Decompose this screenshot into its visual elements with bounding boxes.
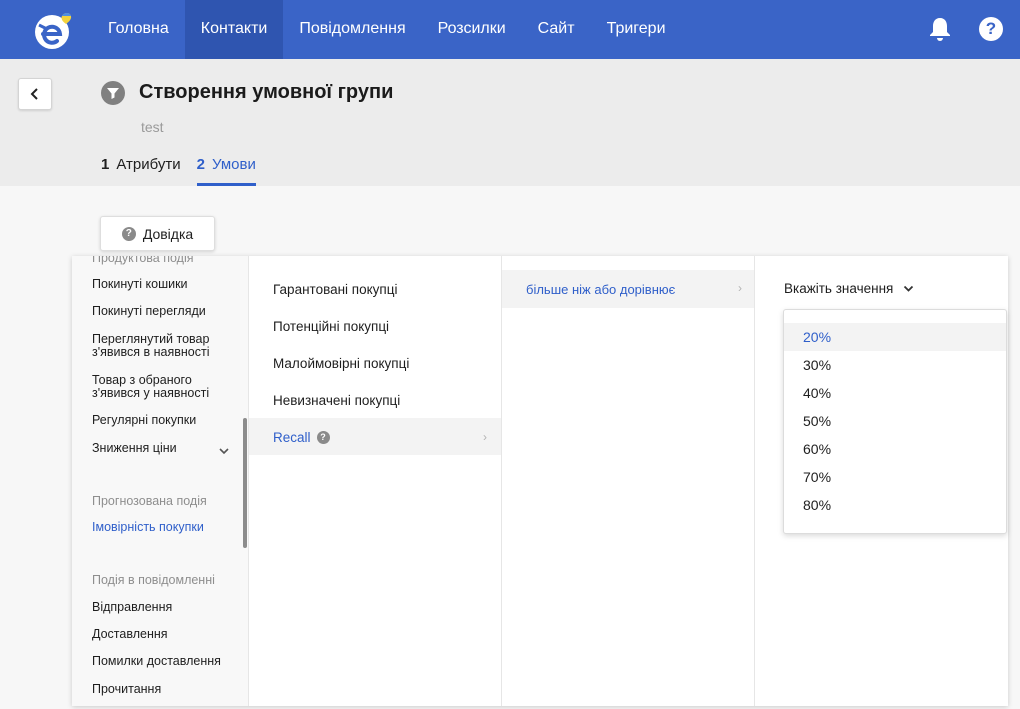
value-select-placeholder: Вкажіть значення	[784, 281, 894, 296]
option-item-recall[interactable]: Recall ?	[273, 430, 330, 445]
option-item[interactable]: Гарантовані покупці	[273, 282, 397, 297]
value-select[interactable]: Вкажіть значення	[784, 281, 914, 296]
category-item[interactable]: Покинуті перегляди	[92, 305, 242, 318]
category-list[interactable]: Продуктова подія Покинуті кошики Покинут…	[72, 256, 248, 706]
value-option[interactable]: 50%	[784, 407, 1006, 435]
step-number: 2	[196, 156, 205, 173]
help-guide-label: Довідка	[142, 225, 194, 242]
category-item[interactable]: Доставлення	[92, 628, 242, 641]
condition-item-gte[interactable]: більше ніж або дорівнює	[526, 282, 675, 297]
bell-icon[interactable]	[928, 16, 952, 42]
chevron-right-icon: ›	[738, 281, 742, 295]
category-item-purchase-probability[interactable]: Імовірність покупки	[92, 521, 242, 534]
nav-item-site[interactable]: Сайт	[522, 0, 591, 59]
nav-item-messages[interactable]: Повідомлення	[283, 0, 421, 59]
question-icon[interactable]: ?	[316, 431, 330, 444]
option-list: Гарантовані покупці Потенційні покупці М…	[248, 256, 502, 706]
step-conditions[interactable]: 2 Умови	[196, 155, 256, 186]
chevron-right-icon: ›	[483, 430, 487, 444]
nav-item-triggers[interactable]: Тригери	[591, 0, 682, 59]
funnel-icon	[107, 88, 119, 99]
value-option[interactable]: 60%	[784, 435, 1006, 463]
wizard-steps: 1 Атрибути 2 Умови	[101, 155, 272, 186]
value-option[interactable]: 20%	[784, 323, 1006, 351]
recall-label: Recall	[273, 430, 311, 445]
value-option[interactable]: 70%	[784, 463, 1006, 491]
category-scrollbar[interactable]	[243, 418, 247, 548]
category-section-predicted: Прогнозована подія	[92, 494, 207, 508]
question-icon: ?	[121, 226, 136, 241]
back-button[interactable]	[18, 78, 52, 110]
help-guide-button[interactable]: ? Довідка	[100, 216, 215, 251]
step-label: Атрибути	[116, 156, 181, 173]
chevron-down-icon	[904, 285, 914, 292]
option-item[interactable]: Потенційні покупці	[273, 319, 389, 334]
top-navigation-bar: Головна Контакти Повідомлення Розсилки С…	[0, 0, 1020, 59]
category-item[interactable]: Регулярні покупки	[92, 414, 242, 427]
value-option[interactable]: 30%	[784, 351, 1006, 379]
main-nav: Головна Контакти Повідомлення Розсилки С…	[92, 0, 682, 59]
filter-icon	[101, 81, 125, 105]
category-item[interactable]: Відправлення	[92, 601, 242, 614]
value-dropdown: 20% 30% 40% 50% 60% 70% 80%	[783, 309, 1007, 534]
nav-item-home[interactable]: Головна	[92, 0, 185, 59]
value-option[interactable]: 40%	[784, 379, 1006, 407]
nav-item-broadcasts[interactable]: Розсилки	[422, 0, 522, 59]
step-label: Умови	[211, 156, 256, 173]
category-section-message: Подія в повідомленні	[92, 573, 215, 587]
category-item[interactable]: Покинуті кошики	[92, 278, 242, 291]
option-item[interactable]: Малоймовірні покупці	[273, 356, 409, 371]
condition-list: більше ніж або дорівнює ›	[501, 256, 755, 706]
step-number: 1	[101, 156, 110, 173]
nav-item-contacts[interactable]: Контакти	[184, 0, 284, 59]
category-section-product: Продуктова подія	[92, 256, 194, 265]
category-item[interactable]: Помилки доставлення	[92, 655, 242, 668]
option-item[interactable]: Невизначені покупці	[273, 393, 400, 408]
chevron-down-icon[interactable]	[218, 446, 230, 456]
category-item[interactable]: Переглянутий товар з'явився в наявності	[92, 333, 242, 359]
esputnik-logo-icon[interactable]	[32, 8, 76, 52]
chevron-left-icon	[30, 88, 38, 100]
help-icon[interactable]: ?	[979, 17, 1003, 41]
category-item[interactable]: Прочитання	[92, 683, 242, 696]
page-subtitle: test	[141, 119, 164, 135]
value-option[interactable]: 80%	[784, 491, 1006, 519]
step-attributes[interactable]: 1 Атрибути	[101, 155, 181, 186]
category-item[interactable]: Товар з обраного з'явився у наявності	[92, 374, 242, 400]
page-header: Створення умовної групи test 1 Атрибути …	[0, 59, 1020, 186]
page-title: Створення умовної групи	[139, 81, 394, 103]
